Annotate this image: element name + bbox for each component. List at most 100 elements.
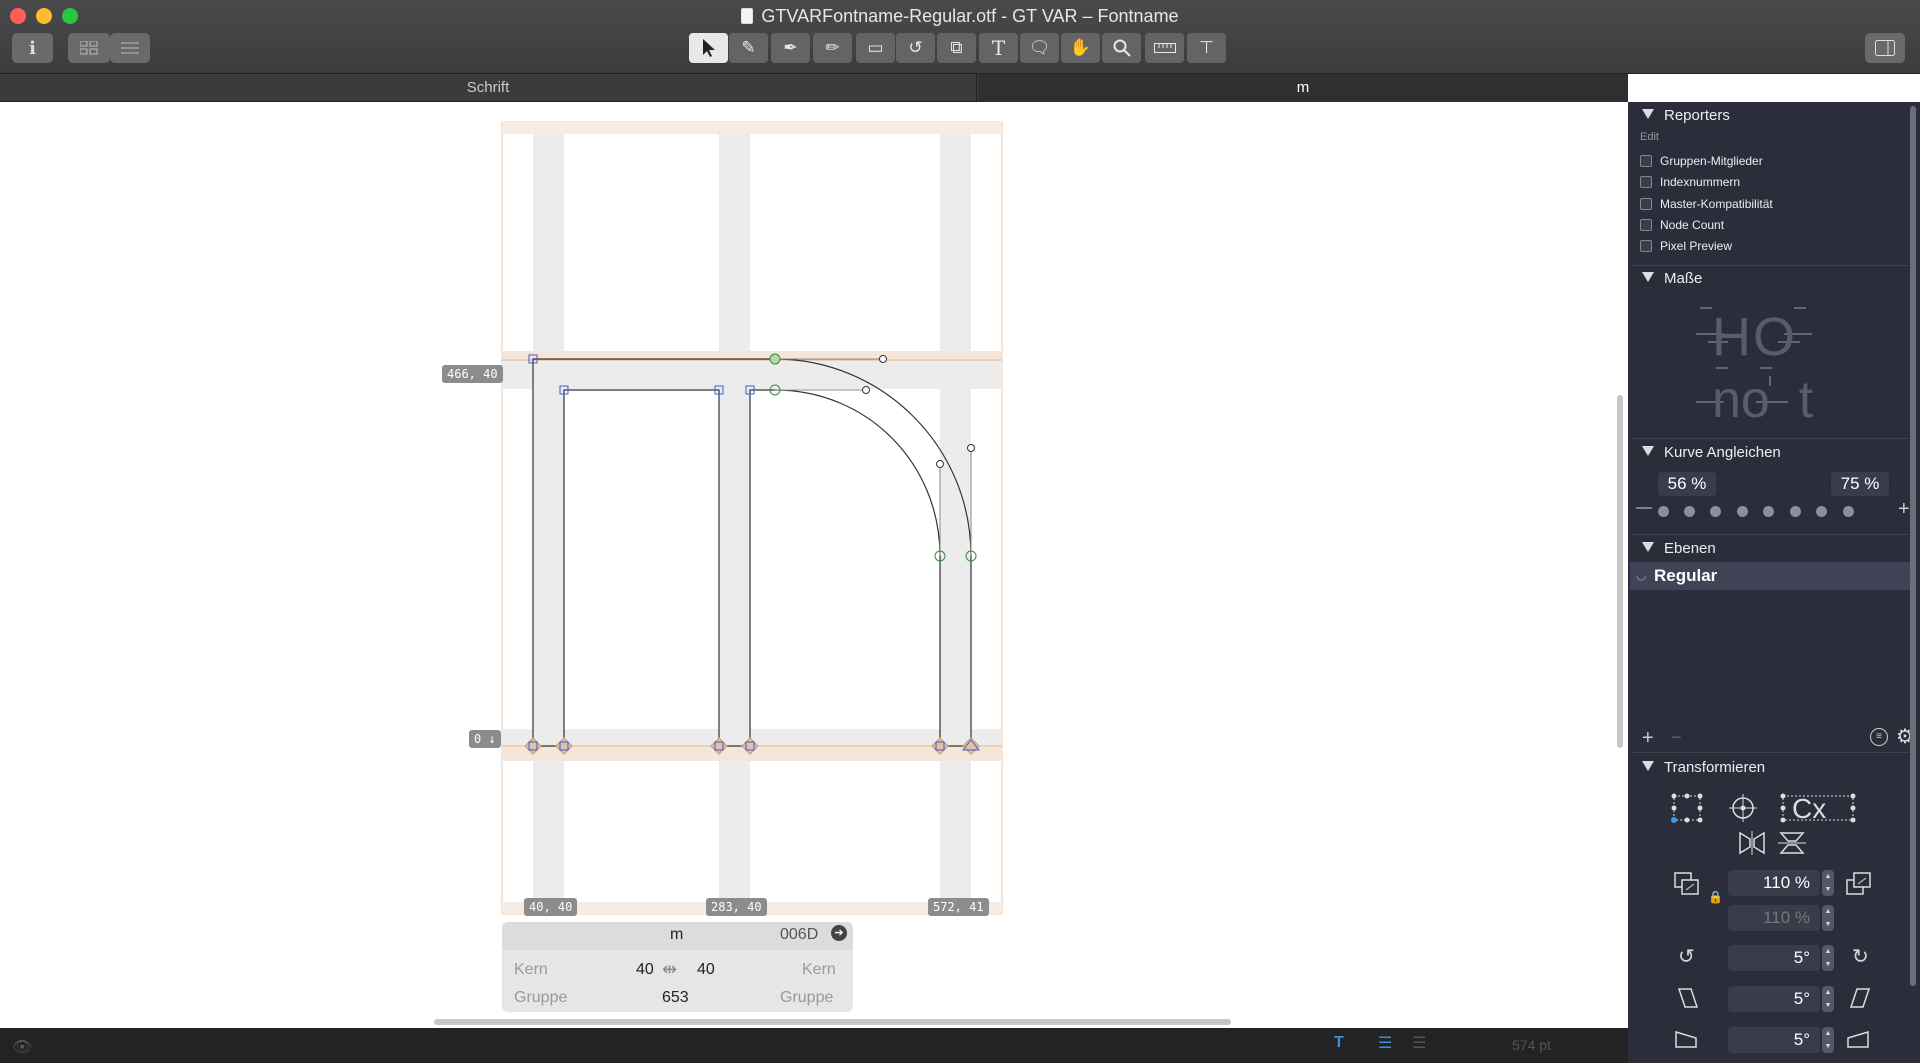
reporter-gruppen-mitglieder[interactable]: Gruppen-Mitglieder	[1640, 154, 1763, 168]
measure-tool-button[interactable]	[1145, 33, 1184, 63]
unicode-go-icon[interactable]: ➔	[831, 925, 847, 941]
scale-down-icon[interactable]	[1674, 872, 1700, 899]
curve-dot[interactable]	[1710, 506, 1721, 517]
transform-origin-crosshair-icon[interactable]	[1726, 792, 1760, 827]
checkbox[interactable]	[1640, 219, 1652, 231]
skew-left-icon[interactable]	[1674, 1029, 1700, 1052]
masse-header[interactable]: Maße	[1642, 270, 1702, 287]
rotate-tool-button[interactable]: ↺	[896, 33, 935, 63]
checkbox[interactable]	[1640, 176, 1652, 188]
curve-dot[interactable]	[1763, 506, 1774, 517]
preview-eye-icon[interactable]: 👁	[12, 1037, 32, 1057]
checkbox[interactable]	[1640, 240, 1652, 252]
metrics-preview[interactable]: HO no t	[1688, 298, 1828, 429]
zoom-tool-button[interactable]	[1102, 33, 1141, 63]
curve-dot[interactable]	[1816, 506, 1827, 517]
font-size-field[interactable]: 574 pt	[1512, 1037, 1551, 1053]
align-options-icon[interactable]: ☰	[1412, 1033, 1426, 1053]
width-field[interactable]: 653	[662, 989, 689, 1007]
coord-label-stem-left: 40, 40	[524, 898, 578, 916]
reporters-edit-link[interactable]: Edit	[1640, 131, 1659, 143]
glyph-name-field[interactable]: m	[670, 926, 683, 944]
document-icon	[741, 8, 754, 24]
glyph-drawing[interactable]	[0, 102, 1626, 1024]
metrics-tool-button[interactable]: ⊤	[1187, 33, 1226, 63]
draw-tool-button[interactable]: ✎	[729, 33, 768, 63]
reporter-pixel-preview[interactable]: Pixel Preview	[1640, 239, 1732, 253]
checkbox[interactable]	[1640, 155, 1652, 167]
remove-layer-button[interactable]: −	[1671, 727, 1682, 748]
curve-dot[interactable]	[1658, 506, 1669, 517]
scale-tool-button[interactable]: ⧉	[937, 33, 976, 63]
pen-tool-button[interactable]: ✒	[771, 33, 810, 63]
curve-dot[interactable]	[1843, 506, 1854, 517]
unicode-field[interactable]: 006D	[780, 926, 818, 944]
info-button[interactable]: i	[12, 33, 53, 63]
scale-y-stepper[interactable]: ▲ ▼	[1822, 905, 1834, 931]
text-tool-button[interactable]: T	[979, 33, 1018, 63]
rotate-stepper[interactable]: ▲ ▼	[1822, 945, 1834, 971]
slant-field[interactable]: 5°	[1728, 986, 1820, 1012]
scale-x-field[interactable]: 110 %	[1728, 870, 1820, 896]
metrics-link-icon[interactable]: ⇹	[662, 959, 677, 980]
skew-field[interactable]: 5°	[1728, 1027, 1820, 1053]
transformieren-header[interactable]: Transformieren	[1642, 759, 1765, 776]
align-left-icon[interactable]: ☰	[1378, 1033, 1392, 1053]
list-view-button[interactable]	[110, 33, 150, 63]
curve-decrease-button[interactable]: —	[1636, 499, 1652, 517]
slant-left-icon[interactable]	[1676, 987, 1700, 1012]
text-tool-options-icon[interactable]: T	[1334, 1034, 1344, 1052]
transform-origin-center-icon[interactable]: Cx	[1780, 792, 1856, 827]
lock-icon[interactable]: 🔒	[1708, 890, 1723, 904]
rotate-field[interactable]: 5°	[1728, 945, 1820, 971]
skew-stepper[interactable]: ▲ ▼	[1822, 1027, 1834, 1053]
curve-left-percent-field[interactable]: 56 %	[1658, 472, 1716, 496]
rotate-ccw-icon[interactable]: ↺	[1678, 944, 1695, 969]
curve-dot[interactable]	[1737, 506, 1748, 517]
reporter-indexnummern[interactable]: Indexnummern	[1640, 175, 1740, 189]
tab-schrift[interactable]: Schrift	[0, 74, 977, 102]
slant-right-icon[interactable]	[1848, 987, 1872, 1012]
slant-stepper[interactable]: ▲ ▼	[1822, 986, 1834, 1012]
rectangle-tool-button[interactable]: ▭	[856, 33, 895, 63]
reporters-header[interactable]: Reporters	[1642, 107, 1730, 124]
rotate-cw-icon[interactable]: ↻	[1852, 944, 1869, 969]
ebenen-header[interactable]: Ebenen	[1642, 540, 1716, 557]
layer-filter-icon[interactable]: ≡	[1870, 728, 1888, 746]
group-left-field[interactable]: Gruppe	[514, 989, 567, 1007]
tab-glyph-m[interactable]: m	[978, 74, 1628, 102]
curve-dot[interactable]	[1790, 506, 1801, 517]
add-layer-button[interactable]: +	[1642, 727, 1654, 750]
checkbox[interactable]	[1640, 198, 1652, 210]
curve-dots-slider[interactable]	[1658, 506, 1888, 518]
sidebar-toggle-button[interactable]	[1865, 33, 1905, 63]
skew-right-icon[interactable]	[1846, 1029, 1872, 1052]
curve-dot[interactable]	[1684, 506, 1695, 517]
curve-increase-button[interactable]: +	[1898, 498, 1910, 521]
scale-y-field[interactable]: 110 %	[1728, 905, 1820, 931]
vertical-scrollbar[interactable]	[1617, 395, 1623, 748]
pencil-tool-button[interactable]: ✏	[813, 33, 852, 63]
curve-right-percent-field[interactable]: 75 %	[1831, 472, 1889, 496]
transform-origin-bbox-icon[interactable]	[1670, 792, 1704, 827]
flip-vertical-icon[interactable]	[1778, 831, 1806, 858]
rsb-field[interactable]: 40	[697, 961, 715, 979]
coord-label-baseline: 0 ↓	[469, 730, 501, 748]
layer-row-regular[interactable]: ◡ Regular	[1630, 562, 1912, 590]
flip-horizontal-icon[interactable]	[1738, 831, 1766, 858]
select-tool-button[interactable]	[689, 33, 728, 63]
annotation-tool-button[interactable]: 🗨	[1020, 33, 1059, 63]
group-right-field[interactable]: Gruppe	[780, 989, 833, 1007]
layer-visibility-eye-icon[interactable]: ◡	[1636, 568, 1646, 582]
scale-up-icon[interactable]	[1846, 872, 1872, 899]
horizontal-scrollbar[interactable]	[434, 1019, 1231, 1025]
reporter-node-count[interactable]: Node Count	[1640, 218, 1724, 232]
scale-x-stepper[interactable]: ▲ ▼	[1822, 870, 1834, 896]
sidebar-scrollbar[interactable]	[1910, 106, 1916, 986]
kurve-angleichen-header[interactable]: Kurve Angleichen	[1642, 444, 1781, 461]
grid-view-button[interactable]	[68, 33, 110, 63]
glyph-edit-canvas[interactable]: 466, 40 0 ↓ 40, 40 283, 40 572, 41	[0, 102, 1626, 1024]
lsb-field[interactable]: 40	[636, 961, 654, 979]
hand-tool-button[interactable]: ✋	[1061, 33, 1100, 63]
reporter-master-kompatibilitaet[interactable]: Master-Kompatibilität	[1640, 197, 1773, 211]
